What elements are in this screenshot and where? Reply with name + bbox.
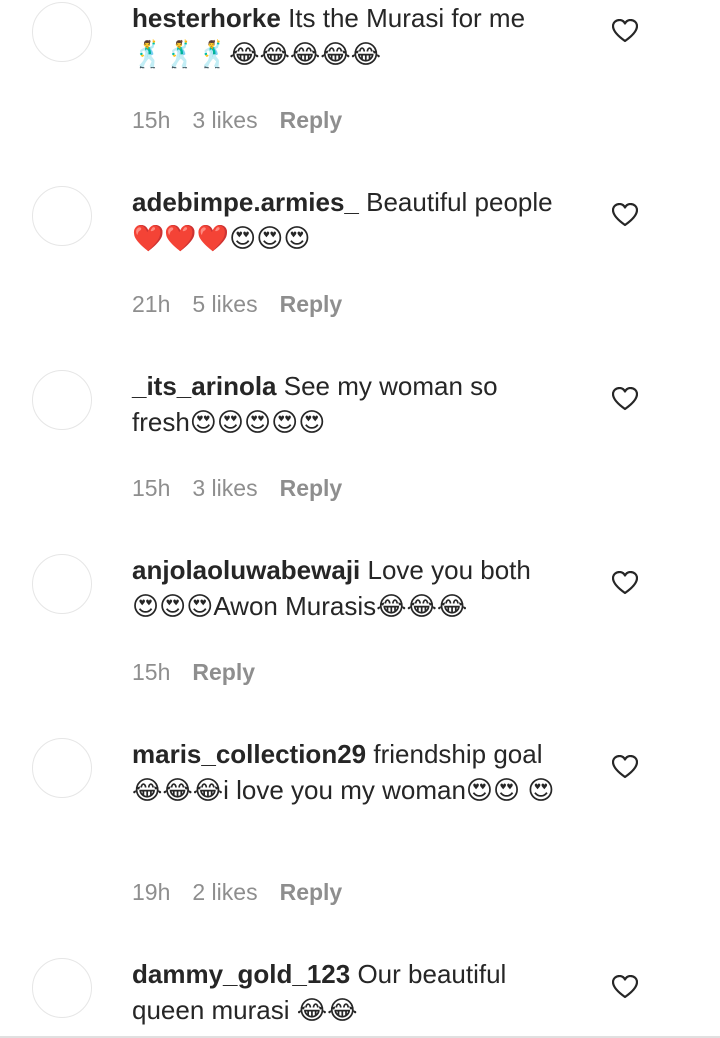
avatar[interactable] xyxy=(32,186,92,246)
comment-time: 15h xyxy=(132,475,171,501)
reply-button[interactable]: Reply xyxy=(280,291,343,317)
comment-username[interactable]: _its_arinola xyxy=(132,371,277,401)
reply-button[interactable]: Reply xyxy=(280,475,343,501)
comment-time: 21h xyxy=(132,291,171,317)
comment-meta: 19h 2 likes Reply xyxy=(132,877,364,907)
avatar[interactable] xyxy=(32,554,92,614)
comment-username[interactable]: hesterhorke xyxy=(132,3,281,33)
comment-likes[interactable]: 3 likes xyxy=(192,107,257,133)
comment-username[interactable]: maris_collection29 xyxy=(132,739,366,769)
avatar[interactable] xyxy=(32,2,92,62)
like-heart-icon[interactable] xyxy=(611,386,639,411)
avatar[interactable] xyxy=(32,958,92,1018)
comment-likes[interactable]: 5 likes xyxy=(192,291,257,317)
comment-time: 19h xyxy=(132,879,171,905)
comment-text: maris_collection29 friendship goal 😂😂😂i … xyxy=(132,736,572,808)
comment-time: 15h xyxy=(132,107,171,133)
comment-text: hesterhorke Its the Murasi for me 🕺🕺🕺😂😂😂… xyxy=(132,0,587,72)
comment-text: _its_arinola See my woman so fresh😍😍😍😍😍 xyxy=(132,368,522,440)
avatar[interactable] xyxy=(32,370,92,430)
comment-username[interactable]: anjolaoluwabewaji xyxy=(132,555,360,585)
comment-text: adebimpe.armies_ Beautiful people ❤️❤️❤️… xyxy=(132,184,587,256)
comment-likes[interactable]: 2 likes xyxy=(192,879,257,905)
reply-button[interactable]: Reply xyxy=(280,107,343,133)
comment-text: anjolaoluwabewaji Love you both 😍😍😍Awon … xyxy=(132,552,562,624)
comment-text: dammy_gold_123 Our beautiful queen muras… xyxy=(132,956,552,1028)
reply-button[interactable]: Reply xyxy=(280,879,343,905)
comment-meta: 15h Reply xyxy=(132,657,277,687)
comment-username[interactable]: adebimpe.armies_ xyxy=(132,187,359,217)
comment-meta: 21h 5 likes Reply xyxy=(132,289,364,319)
like-heart-icon[interactable] xyxy=(611,754,639,779)
comment-meta: 15h 3 likes Reply xyxy=(132,473,364,503)
avatar[interactable] xyxy=(32,738,92,798)
comment-time: 15h xyxy=(132,659,171,685)
comment-likes[interactable]: 3 likes xyxy=(192,475,257,501)
like-heart-icon[interactable] xyxy=(611,202,639,227)
like-heart-icon[interactable] xyxy=(611,570,639,595)
like-heart-icon[interactable] xyxy=(611,974,639,999)
comment-meta: 15h 3 likes Reply xyxy=(132,105,364,135)
like-heart-icon[interactable] xyxy=(611,18,639,43)
reply-button[interactable]: Reply xyxy=(192,659,255,685)
comment-username[interactable]: dammy_gold_123 xyxy=(132,959,350,989)
